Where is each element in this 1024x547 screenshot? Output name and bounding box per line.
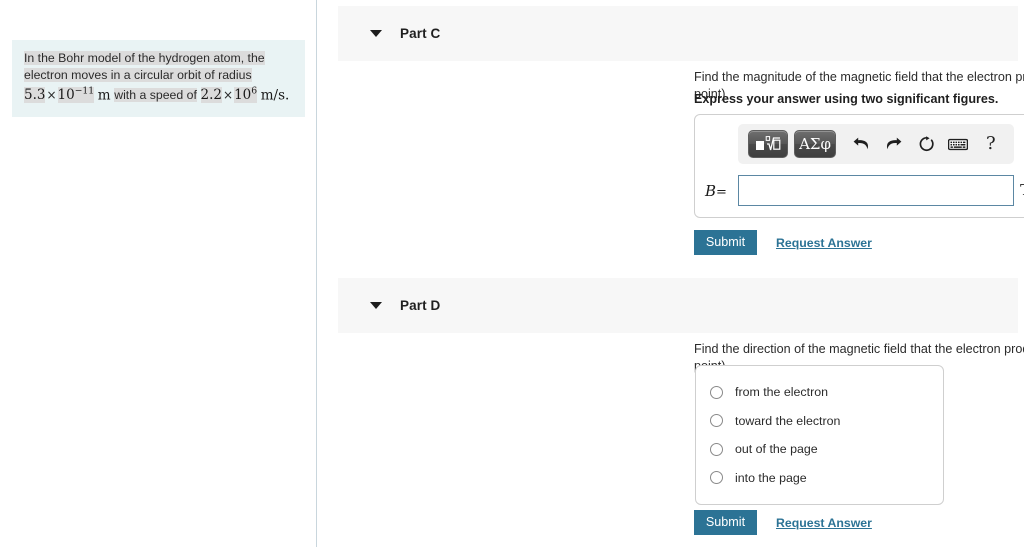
problem-sidebar: In the Bohr model of the hydrogen atom, …	[0, 0, 317, 547]
math-template-button[interactable]	[748, 130, 788, 158]
part-d-submit-button[interactable]: Submit	[694, 510, 757, 535]
answer-input[interactable]	[738, 175, 1014, 206]
part-d-title: Part D	[400, 298, 441, 313]
part-c-header[interactable]: Part C	[338, 6, 1018, 61]
greek-symbols-button[interactable]: ΑΣφ	[794, 130, 837, 158]
radio-icon[interactable]	[710, 442, 723, 456]
reset-icon[interactable]	[913, 131, 939, 157]
radius-unit: m	[97, 87, 111, 104]
choice-option[interactable]: out of the page	[696, 435, 943, 464]
part-c-title: Part C	[400, 26, 441, 41]
help-label: ?	[985, 133, 996, 154]
part-d-header[interactable]: Part D	[338, 278, 1018, 333]
part-d-submit-row: Submit Request Answer	[694, 510, 872, 535]
chevron-down-icon-part-d[interactable]	[370, 302, 382, 309]
part-c-request-answer-link[interactable]: Request Answer	[776, 236, 872, 250]
part-c-submit-button[interactable]: Submit	[694, 230, 757, 255]
parts-content: Part C Find the magnitude of the magneti…	[317, 0, 1024, 547]
problem-line-2-text: electron moves in a circular orbit of ra…	[24, 67, 252, 82]
part-c-answer-widget: ΑΣφ ? B=	[694, 114, 1024, 218]
choice-option[interactable]: toward the electron	[696, 407, 943, 436]
page-root: In the Bohr model of the hydrogen atom, …	[0, 0, 1024, 547]
redo-icon[interactable]	[880, 131, 906, 157]
radius-times-sign: ×	[46, 88, 57, 103]
radio-icon[interactable]	[710, 414, 723, 428]
speed-exponent: 6	[251, 85, 258, 97]
choice-label: from the electron	[735, 385, 828, 400]
chevron-down-icon-part-c[interactable]	[370, 30, 382, 37]
radio-icon[interactable]	[710, 385, 723, 399]
part-d-request-answer-link[interactable]: Request Answer	[776, 516, 872, 530]
part-c-instruction: Express your answer using two significan…	[694, 92, 999, 106]
part-d-choices: from the electron toward the electron ou…	[695, 365, 944, 505]
part-c-submit-row: Submit Request Answer	[694, 230, 872, 255]
speed-times-sign: ×	[223, 88, 234, 103]
problem-statement-box: In the Bohr model of the hydrogen atom, …	[12, 40, 305, 118]
speed-power: 106	[234, 85, 258, 104]
variable-label: B=	[705, 182, 738, 200]
radius-mantissa: 5.3	[24, 87, 46, 104]
greek-symbols-label: ΑΣφ	[799, 134, 832, 153]
problem-line-1: In the Bohr model of the hydrogen atom, …	[24, 50, 293, 67]
undo-icon[interactable]	[848, 131, 874, 157]
choice-label: into the page	[735, 470, 807, 485]
choice-label: out of the page	[735, 442, 818, 457]
answer-input-row: B= T	[705, 175, 1024, 206]
variable-symbol: B	[705, 181, 717, 200]
help-icon[interactable]: ?	[978, 131, 1004, 157]
choice-option[interactable]: from the electron	[696, 378, 943, 407]
keyboard-icon[interactable]	[945, 131, 971, 157]
problem-line-1-text: In the Bohr model of the hydrogen atom, …	[24, 51, 265, 65]
unit-label: T	[1014, 183, 1024, 199]
mid-text: with a speed of	[114, 88, 197, 103]
equals-sign: =	[716, 184, 727, 200]
problem-math-line: 5.3×10−11 m with a speed of 2.2×106 m/s.	[24, 86, 293, 105]
math-editor-toolbar: ΑΣφ ?	[738, 124, 1014, 164]
choice-option[interactable]: into the page	[696, 464, 943, 493]
choice-label: toward the electron	[735, 413, 841, 428]
radius-power: 10−11	[57, 85, 95, 104]
speed-mantissa: 2.2	[200, 87, 223, 104]
problem-line-2: electron moves in a circular orbit of ra…	[24, 67, 293, 84]
radio-icon[interactable]	[710, 471, 723, 485]
speed-unit: m/s.	[260, 87, 290, 104]
radius-exponent: −11	[74, 85, 95, 97]
